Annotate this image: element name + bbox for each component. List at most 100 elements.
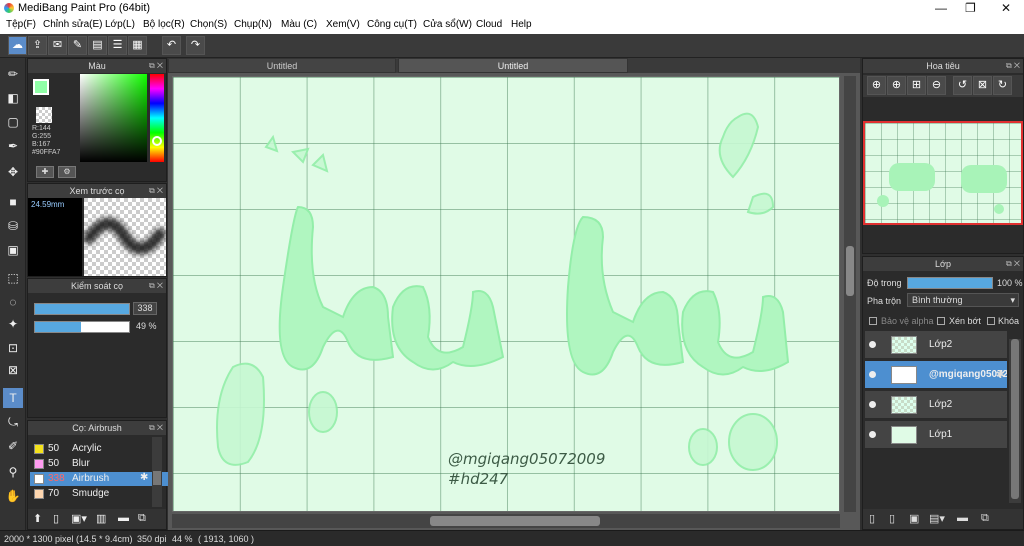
brush-settings-icon[interactable]: ✱: [140, 472, 148, 483]
fill-shape-tool-icon[interactable]: ■: [3, 192, 23, 212]
layer-settings-icon[interactable]: ✱: [996, 368, 1005, 381]
folder-icon[interactable]: ▬: [957, 512, 968, 524]
menu-layer[interactable]: Lớp(L): [105, 19, 135, 30]
menu-filter[interactable]: Bộ lọc(R): [143, 19, 185, 30]
brush-tool-icon[interactable]: ✏: [3, 64, 23, 84]
minimize-icon[interactable]: —: [935, 1, 947, 15]
menu-view[interactable]: Xem(V): [326, 19, 360, 30]
zoom-in-icon[interactable]: ⊕: [867, 76, 886, 95]
close-icon[interactable]: ✕: [1001, 1, 1011, 15]
add-layer-menu-icon[interactable]: ▤▾: [929, 512, 945, 525]
visibility-eye-icon[interactable]: [869, 401, 876, 408]
rectangle-tool-icon[interactable]: ▢: [3, 112, 23, 132]
color-add-icon[interactable]: ✚: [36, 166, 54, 178]
duplicate-layer-icon[interactable]: ⧉: [981, 512, 989, 525]
add-brush-icon[interactable]: ⬆: [33, 512, 42, 525]
lock-checkbox[interactable]: [987, 317, 995, 325]
rotate-right-icon[interactable]: ↻: [993, 76, 1012, 95]
menu-tools[interactable]: Công cụ(T): [367, 19, 417, 30]
foreground-color-swatch[interactable]: [33, 79, 49, 95]
brush-size-value[interactable]: 338: [133, 302, 157, 315]
rotate-left-icon[interactable]: ↺: [953, 76, 972, 95]
select-pen-tool-icon[interactable]: ⊡: [3, 338, 23, 358]
dropper-tool-icon[interactable]: ✐: [3, 436, 23, 456]
popout-icon[interactable]: ⧉ ✕: [149, 184, 163, 198]
menu-color[interactable]: Màu (C): [281, 19, 317, 30]
layer-list-scrollbar[interactable]: [1009, 339, 1021, 503]
visibility-eye-icon[interactable]: [869, 431, 876, 438]
vertical-scrollbar[interactable]: [844, 76, 856, 512]
layer-row-selected[interactable]: @mgiqang05072009✱: [865, 361, 1007, 389]
select-rect-tool-icon[interactable]: ⬚: [3, 268, 23, 288]
folder-icon[interactable]: ▬: [118, 512, 129, 524]
cloud-icon[interactable]: ☁: [8, 36, 27, 55]
menu-select[interactable]: Chọn(S): [190, 19, 227, 30]
zoom-out-icon[interactable]: ⊖: [927, 76, 946, 95]
delete-brush-icon[interactable]: ▥: [96, 512, 106, 525]
brush-menu-icon[interactable]: ▣▾: [71, 512, 87, 525]
layer-row[interactable]: Lớp1: [865, 421, 1007, 449]
drawing-canvas[interactable]: @mgiqang05072009 #hd247: [172, 76, 840, 512]
horizontal-scrollbar[interactable]: [172, 514, 840, 528]
share-icon[interactable]: ⇪: [28, 36, 47, 55]
popout-icon[interactable]: ⧉ ✕: [149, 279, 163, 293]
clipping-checkbox[interactable]: [937, 317, 945, 325]
hue-handle[interactable]: [152, 136, 162, 146]
eyedropper-tool-icon[interactable]: ⚲: [3, 462, 23, 482]
layer-row[interactable]: Lớp2: [865, 331, 1007, 359]
eraser-tool-icon[interactable]: ◧: [3, 88, 23, 108]
move-tool-icon[interactable]: ✥: [3, 162, 23, 182]
redo-icon[interactable]: ↷: [186, 36, 205, 55]
popout-icon[interactable]: ⧉ ✕: [1006, 257, 1020, 271]
menu-capture[interactable]: Chụp(N): [234, 19, 272, 30]
hue-slider[interactable]: [150, 74, 164, 162]
brush-list-scrollbar[interactable]: [152, 437, 162, 507]
select-eraser-tool-icon[interactable]: ⊠: [3, 360, 23, 380]
operation-tool-icon[interactable]: ⤿: [3, 412, 23, 432]
menu-edit[interactable]: Chỉnh sửa(E): [43, 19, 103, 30]
undo-icon[interactable]: ↶: [162, 36, 181, 55]
popout-icon[interactable]: ⧉ ✕: [149, 59, 163, 73]
restore-icon[interactable]: ❐: [965, 1, 976, 15]
gradient-tool-icon[interactable]: ▣: [3, 240, 23, 260]
lasso-tool-icon[interactable]: ◌: [3, 292, 23, 312]
brush-size-slider[interactable]: [34, 303, 130, 315]
popout-icon[interactable]: ⧉ ✕: [149, 421, 163, 435]
new-layer-icon[interactable]: ▯: [869, 512, 875, 525]
tab-untitled-1[interactable]: Untitled: [168, 58, 396, 73]
saturation-value-picker[interactable]: [80, 74, 147, 162]
brush-opacity-slider[interactable]: [34, 321, 130, 333]
navigator-thumbnail[interactable]: [863, 121, 1023, 225]
new-brush-icon[interactable]: ▯: [53, 512, 59, 525]
layer-row[interactable]: Lớp2: [865, 391, 1007, 419]
text-tool-icon[interactable]: T: [3, 388, 23, 408]
menu-cloud[interactable]: Cloud: [476, 19, 502, 30]
notes-icon[interactable]: ✎: [68, 36, 87, 55]
new-halftone-layer-icon[interactable]: ▯: [889, 512, 895, 525]
actual-size-icon[interactable]: ⊠: [973, 76, 992, 95]
duplicate-brush-icon[interactable]: ⧉: [138, 512, 146, 525]
comment-icon[interactable]: ✉: [48, 36, 67, 55]
fit-icon[interactable]: ⊞: [907, 76, 926, 95]
list-icon[interactable]: ☰: [108, 36, 127, 55]
layer-opacity-slider[interactable]: [907, 277, 993, 289]
visibility-eye-icon[interactable]: [869, 341, 876, 348]
color-settings-icon[interactable]: ⚙: [58, 166, 76, 178]
tab-untitled-2[interactable]: Untitled: [398, 58, 628, 73]
popout-icon[interactable]: ⧉ ✕: [1006, 59, 1020, 73]
visibility-eye-icon[interactable]: [869, 371, 876, 378]
protect-alpha-checkbox[interactable]: [869, 317, 877, 325]
zoom-in-alt-icon[interactable]: ⊕: [887, 76, 906, 95]
blend-mode-select[interactable]: Bình thường ▾: [907, 293, 1019, 307]
bucket-tool-icon[interactable]: ⛁: [3, 216, 23, 236]
grid-icon[interactable]: ▦: [128, 36, 147, 55]
transparent-swatch[interactable]: [36, 107, 52, 123]
menu-window[interactable]: Cửa sổ(W): [423, 19, 472, 30]
menu-help[interactable]: Help: [511, 19, 532, 30]
menu-file[interactable]: Tệp(F): [6, 19, 36, 30]
document-icon[interactable]: ▤: [88, 36, 107, 55]
pen-tool-icon[interactable]: ✒: [3, 136, 23, 156]
hand-tool-icon[interactable]: ✋: [3, 486, 23, 506]
new-8bit-layer-icon[interactable]: ▣: [909, 512, 919, 525]
magic-wand-tool-icon[interactable]: ✦: [3, 314, 23, 334]
